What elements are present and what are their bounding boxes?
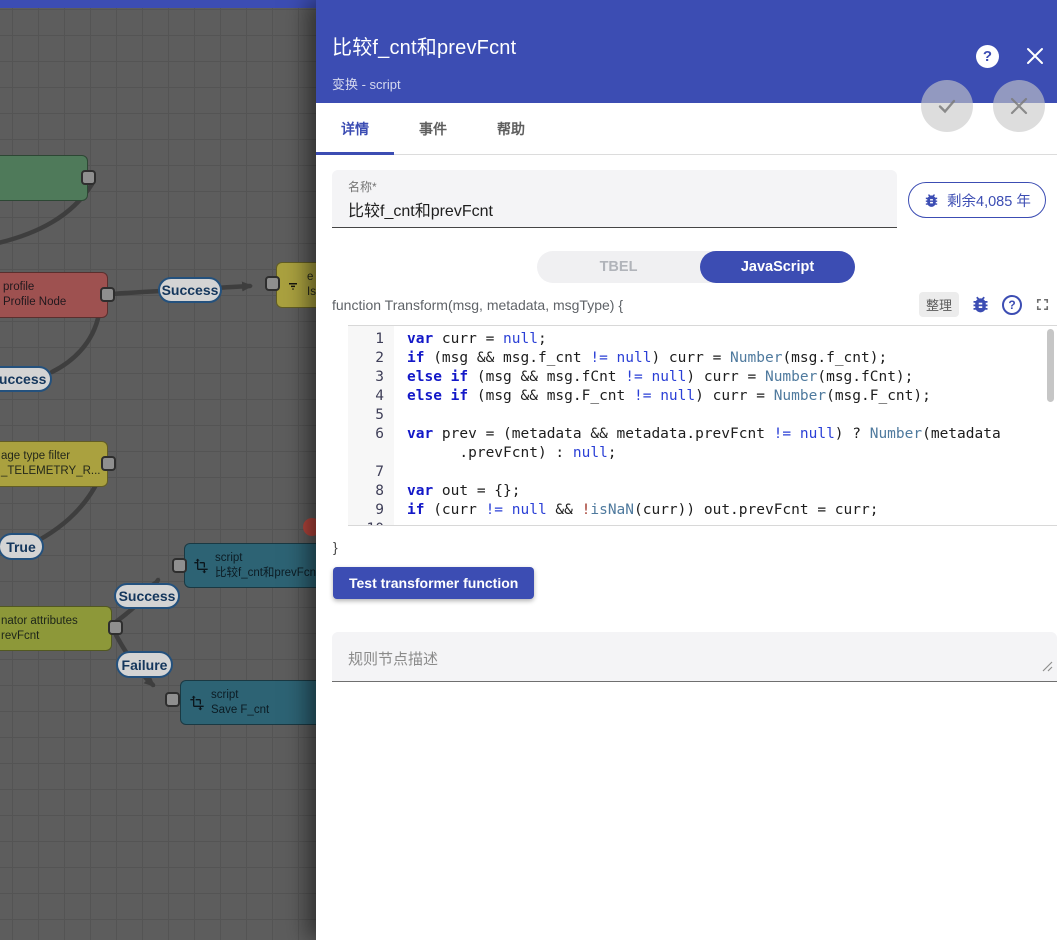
node-name-label: Save F_cnt: [211, 703, 269, 718]
dialog-subtitle: 变换 - script: [332, 74, 401, 93]
device-profile-node[interactable]: profile Profile Node: [0, 272, 108, 318]
edge-label-failure[interactable]: Failure: [116, 651, 173, 678]
message-type-filter-node[interactable]: age type filter _TELEMETRY_R...: [0, 441, 108, 487]
node-type-label: age type filter: [1, 449, 101, 464]
fullscreen-icon[interactable]: [1033, 295, 1052, 314]
script-help-icon[interactable]: ?: [1002, 295, 1022, 315]
connector-dot[interactable]: [101, 456, 116, 471]
edge-label-true[interactable]: True: [0, 533, 44, 560]
tab-events[interactable]: 事件: [394, 103, 472, 154]
node-type-label: profile: [3, 280, 66, 295]
green-node[interactable]: [0, 155, 88, 201]
script-save-node[interactable]: script Save F_cnt: [180, 680, 330, 725]
dialog-title: 比较f_cnt和prevFcnt: [332, 31, 516, 60]
node-type-label: script: [215, 551, 319, 566]
connector-dot[interactable]: [165, 692, 180, 707]
toggle-option-javascript[interactable]: JavaScript: [700, 251, 855, 283]
tab-details[interactable]: 详情: [316, 103, 394, 154]
tab-help[interactable]: 帮助: [472, 103, 550, 154]
filter-list-icon: [285, 277, 301, 293]
tidy-button[interactable]: 整理: [919, 292, 959, 317]
toggle-option-tbel[interactable]: TBEL: [537, 251, 700, 283]
edge-profile-down: [52, 314, 99, 372]
edge-label-success[interactable]: Success: [0, 366, 52, 392]
test-transformer-button[interactable]: Test transformer function: [333, 567, 534, 599]
description-placeholder: 规则节点描述: [348, 648, 438, 669]
debug-remaining-chip[interactable]: 剩余4,085 年: [908, 182, 1046, 218]
node-name-label: revFcnt: [1, 629, 78, 644]
node-type-label: e: [307, 270, 316, 285]
name-field[interactable]: 名称* 比较f_cnt和prevFcnt: [332, 170, 897, 228]
name-field-value: 比较f_cnt和prevFcnt: [348, 197, 493, 221]
debug-bug-icon[interactable]: [970, 294, 991, 315]
connector-dot[interactable]: [172, 558, 187, 573]
edge-label-success[interactable]: Success: [158, 277, 222, 303]
code-editor[interactable]: 1var curr = null;2if (msg && msg.f_cnt !…: [348, 325, 1057, 526]
transform-icon: [193, 558, 209, 574]
connector-dot[interactable]: [108, 620, 123, 635]
active-tab-underline: [316, 152, 394, 155]
originator-attributes-node[interactable]: nator attributes revFcnt: [0, 606, 112, 651]
description-textarea[interactable]: 规则节点描述: [332, 632, 1057, 682]
node-type-label: nator attributes: [1, 614, 78, 629]
script-compare-node[interactable]: script 比较f_cnt和prevFcnt: [184, 543, 330, 588]
close-icon[interactable]: [1023, 44, 1047, 68]
edge-label-success[interactable]: Success: [114, 583, 180, 609]
debug-remaining-label: 剩余4,085 年: [947, 190, 1031, 211]
function-signature: function Transform(msg, metadata, msgTyp…: [332, 297, 623, 313]
connector-dot[interactable]: [81, 170, 96, 185]
node-config-dialog: 比较f_cnt和prevFcnt 变换 - script ? 详情 事件 帮助 …: [316, 0, 1057, 940]
resize-handle-icon[interactable]: [1042, 659, 1053, 677]
editor-toolbar: 整理 ?: [919, 292, 1052, 317]
script-language-toggle: TBEL JavaScript: [537, 251, 855, 283]
closing-brace: }: [333, 539, 338, 555]
connector-dot[interactable]: [100, 287, 115, 302]
node-name-label: 比较f_cnt和prevFcnt: [215, 566, 319, 581]
help-icon[interactable]: ?: [976, 45, 999, 68]
cancel-fab-button[interactable]: [993, 80, 1045, 132]
confirm-fab-button[interactable]: [921, 80, 973, 132]
transform-icon: [189, 695, 205, 711]
node-name-label: Is: [307, 285, 316, 300]
code-lines: 1var curr = null;2if (msg && msg.f_cnt !…: [348, 330, 1057, 526]
node-type-label: script: [211, 688, 269, 703]
editor-scrollbar[interactable]: [1047, 329, 1054, 402]
node-name-label: _TELEMETRY_R...: [1, 464, 101, 479]
name-field-label: 名称*: [348, 178, 377, 195]
bug-icon: [923, 192, 940, 209]
connector-dot[interactable]: [265, 276, 280, 291]
node-name-label: Profile Node: [3, 295, 66, 310]
